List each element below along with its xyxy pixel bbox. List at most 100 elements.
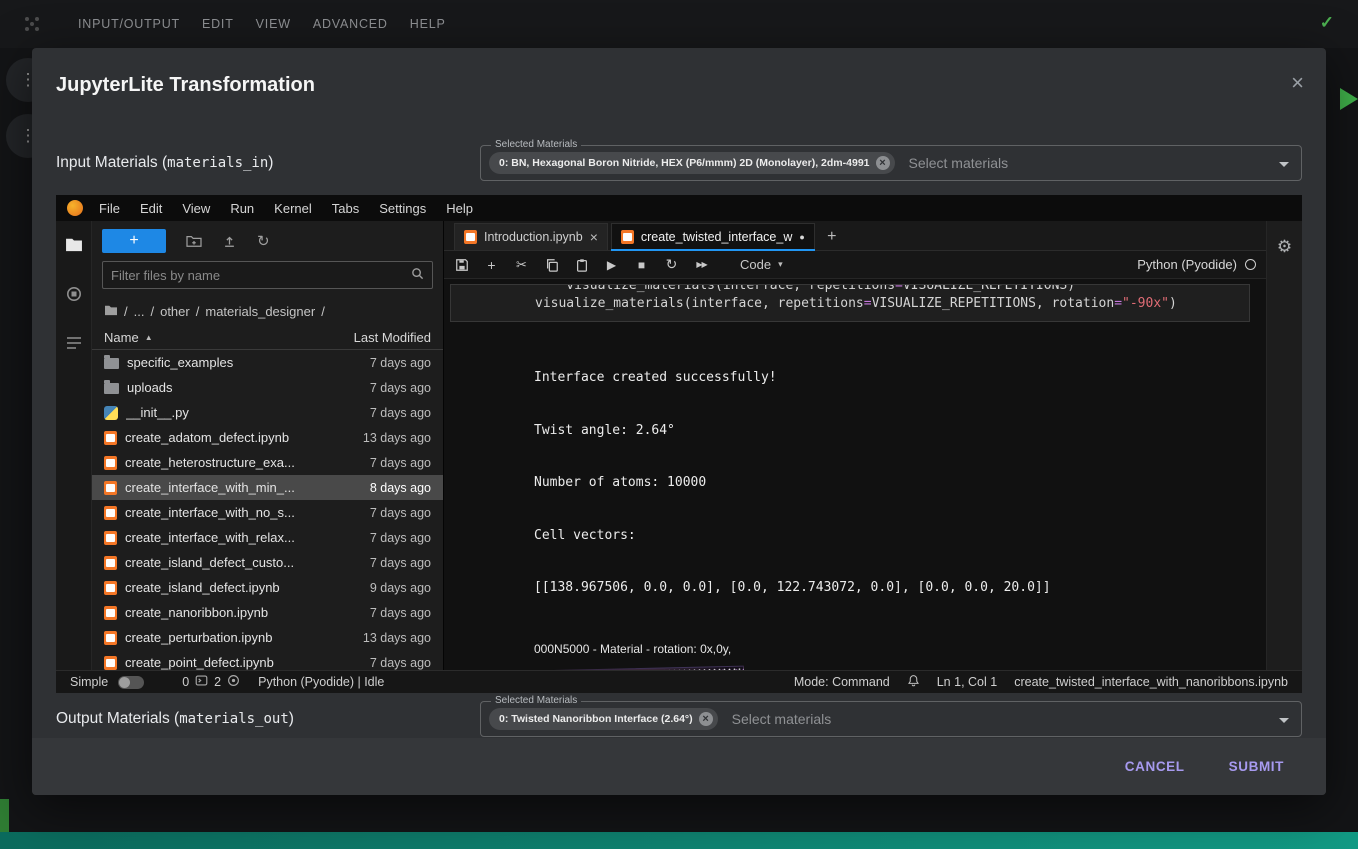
jmenu-edit[interactable]: Edit <box>130 201 172 216</box>
file-row[interactable]: specific_examples7 days ago <box>92 350 443 375</box>
file-name: create_point_defect.ipynb <box>125 655 362 670</box>
file-row[interactable]: create_point_defect.ipynb 7 days ago <box>92 650 443 670</box>
file-name: create_island_defect_custo... <box>125 555 362 570</box>
chip-remove-icon[interactable]: × <box>876 156 890 170</box>
file-row[interactable]: create_island_defect_custo... 7 days ago <box>92 550 443 575</box>
file-row[interactable]: create_heterostructure_exa...7 days ago <box>92 450 443 475</box>
bell-icon[interactable] <box>907 674 920 690</box>
new-tab-button[interactable]: + <box>818 223 846 250</box>
menu-item-view[interactable]: VIEW <box>245 17 302 31</box>
chip-label: 0: Twisted Nanoribbon Interface (2.64°) <box>499 713 693 725</box>
file-name: create_island_defect.ipynb <box>125 580 362 595</box>
restart-run-all-icon[interactable]: ▶▶ <box>694 260 709 269</box>
code-cell[interactable]: visualize_materials(interface, repetitio… <box>450 284 1250 322</box>
file-browser-tab-icon[interactable] <box>65 237 83 252</box>
close-icon[interactable]: × <box>1291 72 1304 94</box>
insert-cell-icon[interactable]: + <box>484 257 499 273</box>
filter-files-box <box>102 261 433 289</box>
breadcrumb-other[interactable]: other <box>160 304 190 319</box>
code-text: ) <box>1169 296 1177 311</box>
menu-item-advanced[interactable]: ADVANCED <box>302 17 399 31</box>
plus-icon: + <box>827 228 836 246</box>
jmenu-file[interactable]: File <box>89 201 130 216</box>
jmenu-view[interactable]: View <box>172 201 220 216</box>
menu-item-help[interactable]: HELP <box>399 17 457 31</box>
file-row[interactable]: uploads7 days ago <box>92 375 443 400</box>
upload-icon[interactable] <box>222 234 237 248</box>
settings-gear-icon[interactable]: ⚙ <box>1277 237 1292 257</box>
terminal-icon <box>195 674 208 690</box>
file-modified: 7 days ago <box>370 606 431 620</box>
jupyterlite-frame: File Edit View Run Kernel Tabs Settings … <box>56 195 1302 693</box>
file-modified: 8 days ago <box>370 481 431 495</box>
input-materials-row: Input Materials (materials_in) Selected … <box>56 144 1302 182</box>
column-last-modified[interactable]: Last Modified <box>354 330 431 345</box>
kernel-status-text[interactable]: Python (Pyodide) | Idle <box>258 675 384 689</box>
output-materials-select[interactable]: Selected Materials 0: Twisted Nanoribbon… <box>480 701 1302 737</box>
cut-cell-icon[interactable]: ✂ <box>514 257 529 273</box>
cell-type-dropdown[interactable]: Code ▾ <box>740 257 783 272</box>
refresh-icon[interactable]: ↻ <box>257 232 270 250</box>
home-folder-icon[interactable] <box>104 304 118 319</box>
save-icon[interactable] <box>454 258 469 272</box>
code-operator: = <box>864 296 872 311</box>
file-row[interactable]: create_interface_with_relax...7 days ago <box>92 525 443 550</box>
material-chip[interactable]: 0: BN, Hexagonal Boron Nitride, HEX (P6/… <box>489 152 895 174</box>
jmenu-help[interactable]: Help <box>436 201 483 216</box>
breadcrumb-materials-designer[interactable]: materials_designer <box>205 304 315 319</box>
check-icon[interactable]: ✓ <box>1320 13 1334 33</box>
jmenu-run[interactable]: Run <box>220 201 264 216</box>
new-launcher-button[interactable]: + <box>102 229 166 253</box>
file-row[interactable]: create_nanoribbon.ipynb7 days ago <box>92 600 443 625</box>
chevron-down-icon: ▾ <box>778 259 783 270</box>
tab-introduction[interactable]: Introduction.ipynb × <box>454 223 608 250</box>
file-modified: 7 days ago <box>370 381 431 395</box>
running-sessions-icon[interactable] <box>66 286 82 302</box>
kernel-name: Python (Pyodide) <box>1137 257 1237 272</box>
input-materials-select[interactable]: Selected Materials 0: BN, Hexagonal Boro… <box>480 145 1302 181</box>
simple-mode-toggle[interactable] <box>118 676 144 689</box>
copy-cell-icon[interactable] <box>544 258 559 272</box>
jmenu-tabs[interactable]: Tabs <box>322 201 369 216</box>
label-code: materials_out <box>179 711 289 727</box>
table-of-contents-icon[interactable] <box>66 336 82 350</box>
material-chip[interactable]: 0: Twisted Nanoribbon Interface (2.64°) … <box>489 708 718 730</box>
notebook-content: visualize_materials(interface, repetitio… <box>444 279 1266 670</box>
paste-cell-icon[interactable] <box>574 258 589 272</box>
file-modified: 9 days ago <box>370 581 431 595</box>
cancel-button[interactable]: CANCEL <box>1125 759 1185 774</box>
menu-item-input-output[interactable]: INPUT/OUTPUT <box>67 17 191 31</box>
file-list: specific_examples7 days ago uploads7 day… <box>92 350 443 670</box>
file-row[interactable]: create_adatom_defect.ipynb13 days ago <box>92 425 443 450</box>
jupyterlite-transformation-dialog: JupyterLite Transformation × Input Mater… <box>32 48 1326 795</box>
green-arrow-icon[interactable] <box>1340 88 1358 110</box>
unsaved-dot-icon[interactable]: ● <box>799 232 804 242</box>
file-row[interactable]: __init__.py7 days ago <box>92 400 443 425</box>
file-modified: 7 days ago <box>370 556 431 570</box>
submit-button[interactable]: SUBMIT <box>1229 759 1284 774</box>
new-folder-icon[interactable] <box>186 234 202 248</box>
chip-remove-icon[interactable]: × <box>699 712 713 726</box>
file-row[interactable]: create_island_defect.ipynb 9 days ago <box>92 575 443 600</box>
tab-create-twisted-interface[interactable]: create_twisted_interface_w ● <box>611 223 815 250</box>
session-counts[interactable]: 0 2 <box>182 674 240 690</box>
file-modified: 7 days ago <box>370 656 431 670</box>
menu-item-edit[interactable]: EDIT <box>191 17 245 31</box>
file-row[interactable]: create_interface_with_no_s...7 days ago <box>92 500 443 525</box>
cursor-position[interactable]: Ln 1, Col 1 <box>937 675 997 689</box>
restart-kernel-icon[interactable]: ↻ <box>664 256 679 273</box>
kernels-count: 2 <box>214 675 221 689</box>
breadcrumb-ellipsis[interactable]: ... <box>134 304 145 319</box>
tab-close-icon[interactable]: × <box>590 230 598 244</box>
kernel-selector[interactable]: Python (Pyodide) <box>1137 257 1256 272</box>
jmenu-settings[interactable]: Settings <box>369 201 436 216</box>
column-name[interactable]: Name ▲ <box>104 330 354 345</box>
file-row[interactable]: create_perturbation.ipynb13 days ago <box>92 625 443 650</box>
file-row-selected[interactable]: create_interface_with_min_...8 days ago <box>92 475 443 500</box>
plus-icon: + <box>129 232 138 250</box>
filter-files-input[interactable] <box>111 268 411 283</box>
run-cell-icon[interactable]: ▶ <box>604 258 619 272</box>
breadcrumb: / ... / other / materials_designer / <box>92 297 443 325</box>
jmenu-kernel[interactable]: Kernel <box>264 201 322 216</box>
stop-kernel-icon[interactable]: ■ <box>634 258 649 272</box>
